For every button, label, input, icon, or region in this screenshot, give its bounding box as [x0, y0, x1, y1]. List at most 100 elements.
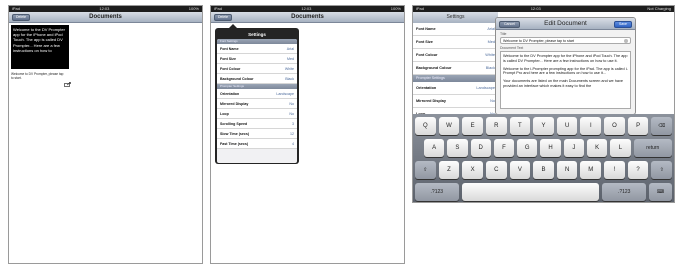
keyboard-row-4: .?123 .?123 ⌨ [415, 183, 672, 201]
background-settings: Settings Font Name Arial Font Size Med Fon… [413, 12, 498, 121]
key-d[interactable]: D [470, 139, 491, 157]
key-v[interactable]: V [509, 161, 531, 179]
return-key[interactable]: return [633, 139, 673, 157]
key-o[interactable]: O [604, 117, 625, 135]
backspace-key[interactable]: ⌫ [651, 117, 673, 135]
document-list-item[interactable]: Welcome to DV Prompter, please tap to st… [11, 72, 66, 80]
setting-label: Font Colour [416, 53, 438, 57]
key-m[interactable]: M [580, 161, 602, 179]
nav-bar: Delete Documents [9, 12, 202, 23]
setting-label: Font Size [416, 40, 433, 44]
share-icon[interactable] [64, 82, 71, 87]
key-b[interactable]: B [533, 161, 554, 179]
setting-row-font-size[interactable]: Font Size Med [217, 54, 297, 64]
key-c[interactable]: C [485, 161, 507, 179]
setting-label: Loop [220, 111, 229, 116]
setting-row-background-colour[interactable]: Background Colour Black [217, 74, 297, 84]
setting-row[interactable]: Font Name Arial [413, 23, 498, 36]
setting-label: Scrolling Speed [220, 121, 248, 126]
setting-row-fast-time[interactable]: Fast Time (secs) 4 [217, 139, 297, 149]
settings-title: Settings [413, 12, 498, 23]
document-preview[interactable]: Welcome to the DV Prompter app for the i… [11, 25, 69, 69]
document-paragraph: Your documents are listed on the main Do… [503, 79, 623, 88]
setting-row-slow-time[interactable]: Slow Time (secs) 12 [217, 129, 297, 139]
key-j[interactable]: J [563, 139, 584, 157]
clear-icon[interactable] [624, 39, 628, 43]
nav-bar: Delete Documents [211, 12, 404, 23]
setting-value: Black [285, 76, 294, 81]
hide-keyboard-key[interactable]: ⌨ [649, 183, 672, 201]
section-header-prompter: Prompter Settings [413, 75, 498, 82]
setting-value: 12 [290, 131, 294, 136]
popover-arrow [229, 24, 237, 28]
space-key[interactable] [461, 183, 600, 201]
numbers-key-right[interactable]: .?123 [602, 183, 647, 201]
setting-row-scrolling-speed[interactable]: Scrolling Speed 3 [217, 119, 297, 129]
key-x[interactable]: X [462, 161, 483, 179]
setting-value: Arial [487, 27, 495, 31]
key-q[interactable]: Q [415, 117, 436, 135]
shift-key-right[interactable]: ⇧ [651, 161, 673, 179]
setting-row[interactable]: Orientation Landscape [413, 82, 498, 95]
setting-label: Font Size [220, 56, 236, 61]
modal-header: Cancel Edit Document Save [496, 18, 635, 30]
setting-label: Background Colour [416, 66, 452, 70]
key-a[interactable]: A [424, 139, 445, 157]
setting-row[interactable]: Font Size Med [413, 36, 498, 49]
setting-row[interactable]: Background Colour Black [413, 62, 498, 75]
key-h[interactable]: H [540, 139, 561, 157]
setting-value: No [289, 101, 294, 106]
document-text-area[interactable]: Welcome to the DV Prompter app for the i… [500, 51, 631, 109]
setting-value: Landscape [476, 86, 495, 90]
page-title: Documents [291, 14, 324, 20]
key-i[interactable]: I [580, 117, 602, 135]
setting-value: 4 [292, 141, 294, 146]
on-screen-keyboard: Q W E R T Y U I O P ⌫ A S D F G H J K L … [413, 114, 674, 202]
key-s[interactable]: S [447, 139, 468, 157]
setting-value: White [485, 53, 495, 57]
key-l[interactable]: L [610, 139, 631, 157]
key-exclamation[interactable]: ! [604, 161, 625, 179]
key-g[interactable]: G [517, 139, 538, 157]
setting-label: Font Name [416, 27, 436, 31]
status-battery: Not Charging [647, 6, 671, 11]
screenshot-edit-document: iPad 12:03 Not Charging Settings Font Na… [412, 5, 675, 203]
save-button[interactable]: Save [614, 21, 632, 28]
screenshot-settings: iPad 12:03 100% Delete Documents Setting… [210, 5, 405, 264]
setting-row[interactable]: Font Colour White [413, 49, 498, 62]
setting-row[interactable]: Mirrored Display No [413, 95, 498, 108]
setting-row-orientation[interactable]: Orientation Landscape [217, 89, 297, 99]
shift-key-left[interactable]: ⇧ [415, 161, 436, 179]
key-k[interactable]: K [586, 139, 608, 157]
keyboard-row-2: A S D F G H J K L return [415, 139, 673, 157]
key-e[interactable]: E [462, 117, 483, 135]
key-n[interactable]: N [556, 161, 578, 179]
title-input-value: Welcome to DV Prompter, please tap to st… [503, 39, 575, 43]
setting-row-font-name[interactable]: Font Name Arial [217, 44, 297, 54]
setting-row-loop[interactable]: Loop No [217, 109, 297, 119]
page-title: Documents [89, 14, 122, 20]
key-f[interactable]: F [493, 139, 515, 157]
key-y[interactable]: Y [533, 117, 554, 135]
setting-label: Mirrored Display [220, 101, 249, 106]
key-z[interactable]: Z [438, 161, 460, 179]
numbers-key-left[interactable]: .?123 [415, 183, 459, 201]
screenshot-documents: iPad 12:03 100% Delete Documents Welcome… [8, 5, 203, 264]
setting-value: 3 [292, 121, 294, 126]
key-w[interactable]: W [438, 117, 460, 135]
setting-row-font-colour[interactable]: Font Colour White [217, 64, 297, 74]
edit-document-modal: Cancel Edit Document Save Title Welcome … [495, 17, 636, 115]
setting-label: Background Colour [220, 76, 254, 81]
key-u[interactable]: U [556, 117, 578, 135]
key-p[interactable]: P [627, 117, 649, 135]
key-t[interactable]: T [509, 117, 531, 135]
setting-label: Fast Time (secs) [220, 141, 249, 146]
settings-popover: Settings Font Settings Font Name Arial Fo… [215, 24, 299, 164]
keyboard-row-3: ⇧ Z X C V B N M ! ? ⇧ [415, 161, 673, 179]
key-question[interactable]: ? [627, 161, 649, 179]
setting-row-mirrored[interactable]: Mirrored Display No [217, 99, 297, 109]
key-r[interactable]: R [485, 117, 507, 135]
setting-label: Mirrored Display [416, 99, 446, 103]
setting-value: Black [485, 66, 495, 70]
title-input[interactable]: Welcome to DV Prompter, please tap to st… [500, 37, 631, 44]
